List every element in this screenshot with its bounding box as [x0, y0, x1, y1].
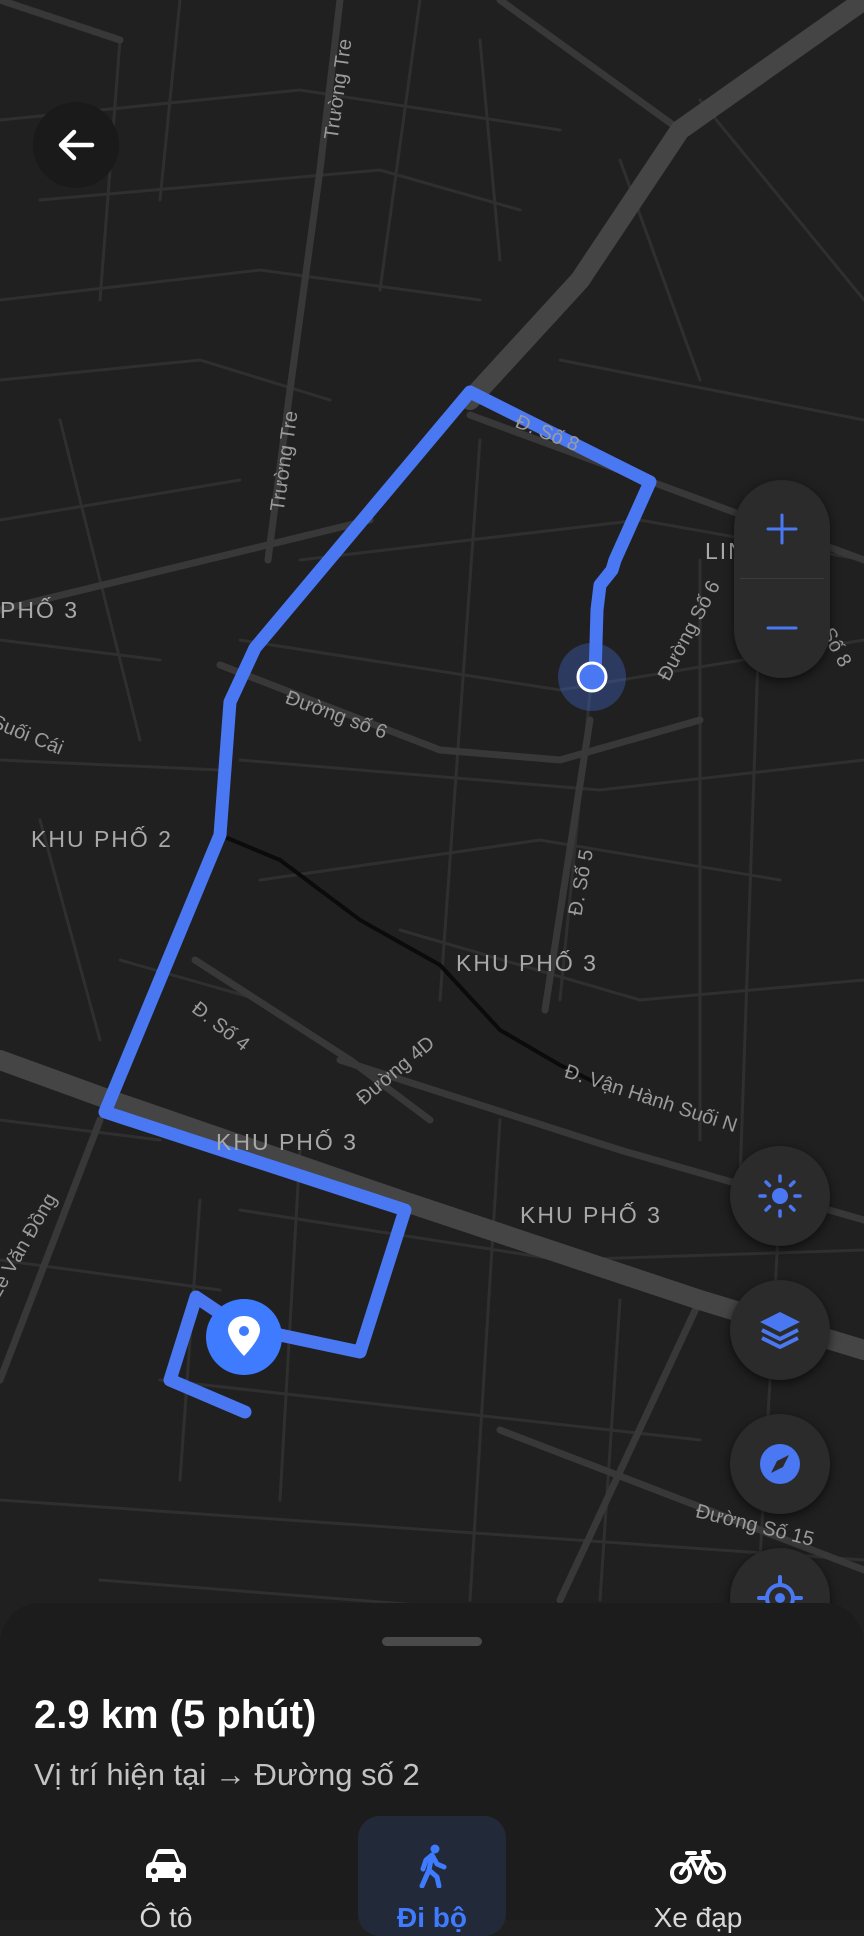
mode-tab-bike[interactable]: Xe đạp	[624, 1816, 772, 1936]
area-label: KHU PHỐ 2	[31, 826, 173, 852]
route-summary: 2.9 km (5 phút)	[34, 1693, 317, 1737]
zoom-out-button[interactable]	[734, 579, 830, 677]
mode-label-car: Ô tô	[139, 1902, 193, 1933]
current-location-dot[interactable]	[558, 643, 626, 711]
zoom-control	[734, 480, 830, 678]
route-bottom-sheet: 2.9 km (5 phút) Vị trí hiện tại → Đường …	[0, 1603, 864, 1936]
area-label: KHU PHỐ 3	[216, 1129, 358, 1155]
mode-label-walk: Đi bộ	[397, 1902, 467, 1933]
destination-marker[interactable]	[206, 1299, 282, 1375]
car-icon	[146, 1849, 186, 1882]
back-button[interactable]	[33, 102, 119, 188]
mode-tab-walk[interactable]: Đi bộ	[358, 1816, 506, 1936]
plus-icon	[766, 513, 798, 545]
mode-tab-car[interactable]: Ô tô	[92, 1816, 240, 1936]
area-label: PHỐ 3	[0, 597, 80, 623]
area-label: KHU PHỐ 3	[520, 1202, 662, 1228]
brightness-icon	[758, 1174, 802, 1218]
brightness-button[interactable]	[730, 1146, 830, 1246]
layers-button[interactable]	[730, 1280, 830, 1380]
compass-button[interactable]	[730, 1414, 830, 1514]
route-description: Vị trí hiện tại → Đường số 2	[34, 1757, 420, 1792]
back-arrow-icon	[58, 129, 95, 161]
minus-icon	[766, 626, 798, 630]
compass-icon	[760, 1444, 800, 1484]
drag-handle[interactable]	[382, 1637, 482, 1646]
mode-label-bike: Xe đạp	[653, 1902, 743, 1933]
bike-icon	[670, 1850, 726, 1884]
layers-icon	[760, 1312, 800, 1349]
zoom-in-button[interactable]	[734, 480, 830, 578]
area-label: KHU PHỐ 3	[456, 950, 598, 976]
walk-icon	[419, 1844, 447, 1888]
